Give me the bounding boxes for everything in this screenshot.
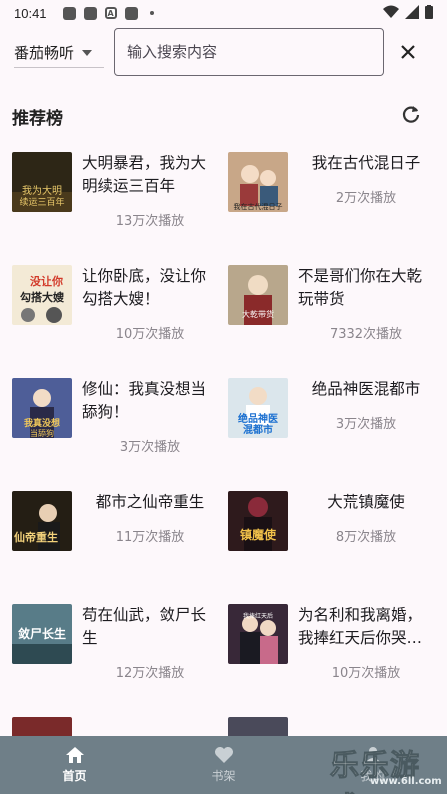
book-card[interactable]: 我真没想 当舔狗 修仙：我真没想当舔狗！ 3万次播放 — [12, 378, 222, 478]
play-count: 2万次播放 — [335, 191, 397, 206]
svg-text:没让你: 没让你 — [30, 274, 63, 288]
book-card[interactable]: 我为大明 续运三百年 大明暴君，我为大明续运三百年 13万次播放 — [12, 152, 222, 252]
play-count: 10万次播放 — [331, 666, 401, 681]
status-time: 10:41 — [14, 5, 47, 21]
book-card[interactable]: 大乾带货 不是哥们你在大乾玩带货 7332次播放 — [228, 265, 438, 365]
more-notifications-icon — [149, 11, 154, 15]
status-right — [383, 5, 433, 19]
svg-text:绝品神医: 绝品神医 — [238, 412, 278, 425]
book-cover: 我为大明 续运三百年 — [12, 152, 72, 212]
svg-text:镇魔使: 镇魔使 — [240, 527, 277, 542]
book-title: 为名利和我离婚，我捧红天后你哭什么 — [298, 606, 423, 647]
book-title: 大明暴君，我为大明续运三百年 — [82, 154, 207, 195]
svg-text:仙帝重生: 仙帝重生 — [14, 530, 58, 544]
book-cover: 没让你勾搭大嫂 — [12, 265, 72, 325]
wifi-icon — [383, 5, 399, 18]
book-cover: 绝品神医 混都市 — [228, 378, 288, 438]
status-bar: 10:41 A — [0, 0, 447, 26]
notification-icon — [124, 6, 138, 20]
book-card[interactable]: 镇魔使 大荒镇魔使 8万次播放 — [228, 491, 438, 591]
signal-icon — [405, 5, 419, 19]
close-button[interactable] — [394, 38, 422, 66]
svg-text:混都市: 混都市 — [243, 423, 273, 436]
svg-text:当舔狗: 当舔狗 — [30, 428, 54, 438]
watermark-url: www.6ll.com — [370, 776, 442, 787]
close-icon — [401, 45, 415, 59]
section-title: 推荐榜 — [12, 109, 63, 129]
book-card[interactable]: 我捧红天后 为名利和我离婚，我捧红天后你哭什么 10万次播放 — [228, 604, 438, 704]
watermark: 乐乐游戏 www.6ll.com — [330, 742, 445, 794]
battery-icon — [425, 5, 433, 19]
book-title: 不是哥们你在大乾玩带货 — [298, 267, 423, 308]
book-card[interactable]: 绝品神医 混都市 绝品神医混都市 3万次播放 — [228, 378, 438, 478]
book-title: 苟在仙武，敛尸长生 — [82, 606, 207, 647]
play-count: 10万次播放 — [115, 327, 185, 342]
svg-text:勾搭大嫂: 勾搭大嫂 — [20, 290, 65, 304]
chevron-down-icon — [82, 49, 93, 56]
app-notification-icon: A — [104, 7, 117, 19]
book-card[interactable]: 敛尸长生 苟在仙武，敛尸长生 12万次播放 — [12, 604, 222, 704]
book-card[interactable]: 仙帝重生 都市之仙帝重生 11万次播放 — [12, 491, 222, 591]
svg-text:我为大明: 我为大明 — [22, 184, 62, 197]
book-title: 大荒镇魔使 — [327, 493, 405, 511]
book-cover: 大乾带货 — [228, 265, 288, 325]
nav-bookshelf-label: 书架 — [211, 769, 236, 783]
search-input[interactable] — [114, 28, 384, 76]
svg-text:大乾带货: 大乾带货 — [242, 309, 274, 319]
svg-text:我捧红天后: 我捧红天后 — [243, 612, 273, 620]
source-label: 番茄畅听 — [14, 44, 75, 62]
play-count: 3万次播放 — [335, 417, 397, 432]
book-title: 让你卧底，没让你勾搭大嫂！ — [82, 267, 207, 308]
play-count: 12万次播放 — [115, 666, 185, 681]
svg-text:我真没想: 我真没想 — [24, 417, 60, 429]
refresh-button[interactable] — [400, 104, 422, 126]
notification-icon — [83, 6, 97, 20]
book-cover: 仙帝重生 — [12, 491, 72, 551]
play-count: 11万次播放 — [115, 530, 185, 545]
search-row: 番茄畅听 — [0, 26, 447, 86]
svg-text:我在古代混日子: 我在古代混日子 — [234, 202, 283, 211]
play-count: 13万次播放 — [115, 214, 185, 229]
home-icon — [65, 747, 84, 763]
book-title: 修仙：我真没想当舔狗！ — [82, 380, 207, 421]
book-cover: 镇魔使 — [228, 491, 288, 551]
play-count: 7332次播放 — [329, 327, 403, 342]
book-cover: 我真没想 当舔狗 — [12, 378, 72, 438]
book-card[interactable]: 没让你勾搭大嫂 让你卧底，没让你勾搭大嫂！ 10万次播放 — [12, 265, 222, 365]
play-count: 3万次播放 — [119, 440, 181, 455]
book-cover: 我在古代混日子 — [228, 152, 288, 212]
book-title: 都市之仙帝重生 — [95, 493, 205, 511]
book-card[interactable]: 我在古代混日子 我在古代混日子 2万次播放 — [228, 152, 438, 252]
svg-text:敛尸长生: 敛尸长生 — [18, 626, 66, 641]
nav-bookshelf[interactable]: 书架 — [149, 736, 298, 794]
nav-home[interactable]: 首页 — [0, 736, 149, 794]
notification-icon — [62, 6, 76, 20]
nav-home-label: 首页 — [62, 769, 87, 783]
source-dropdown[interactable]: 番茄畅听 — [14, 38, 104, 68]
book-cover: 敛尸长生 — [12, 604, 72, 664]
heart-icon — [214, 747, 233, 763]
book-title: 绝品神医混都市 — [311, 380, 421, 398]
book-title: 我在古代混日子 — [311, 154, 421, 172]
refresh-icon — [402, 106, 420, 123]
book-cover: 我捧红天后 — [228, 604, 288, 664]
svg-text:续运三百年: 续运三百年 — [19, 196, 64, 208]
play-count: 8万次播放 — [335, 530, 397, 545]
